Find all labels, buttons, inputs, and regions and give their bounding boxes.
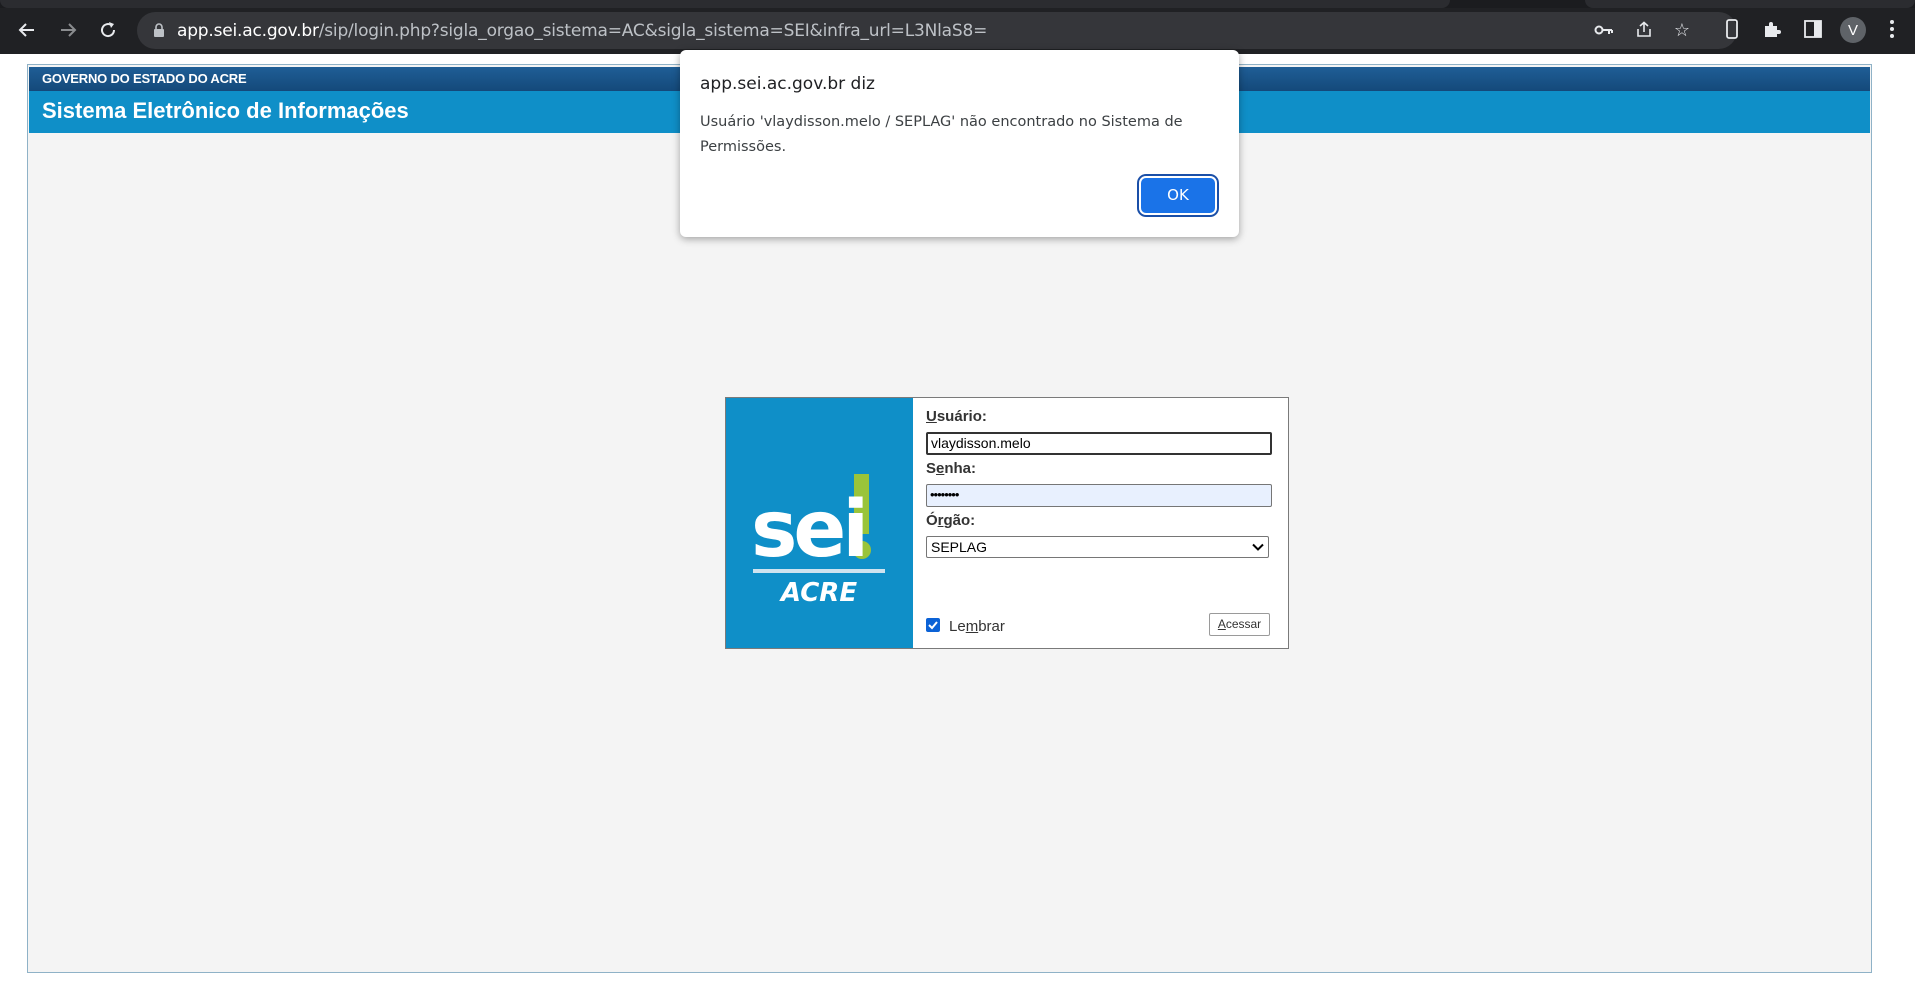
key-icon[interactable] <box>1592 18 1616 42</box>
dialog-message: Usuário 'vlaydisson.melo / SEPLAG' não e… <box>700 114 1183 155</box>
lock-icon[interactable] <box>153 23 165 37</box>
menu-icon[interactable] <box>1878 15 1906 43</box>
share-icon[interactable] <box>1632 18 1656 42</box>
access-button[interactable]: Acessar <box>1209 613 1270 636</box>
password-label-start: S <box>926 460 937 477</box>
address-bar[interactable]: app.sei.ac.gov.br/sip/login.php?sigla_or… <box>137 12 1737 49</box>
forward-icon[interactable] <box>53 15 83 45</box>
sidepanel-icon[interactable] <box>1799 15 1827 43</box>
logo-word: sei <box>751 485 865 575</box>
logo-state: ACRE <box>779 578 857 608</box>
org-label-start: Ó <box>926 512 938 529</box>
access-button-access-key: A <box>1217 617 1226 631</box>
user-label-text: suário: <box>936 408 987 425</box>
remember-label-text: brar <box>978 618 1005 635</box>
org-selected-value: SEPLAG <box>931 539 988 555</box>
reload-icon[interactable] <box>93 15 123 45</box>
dialog-title: app.sei.ac.gov.br diz <box>700 74 875 94</box>
star-icon[interactable]: ☆ <box>1670 18 1694 42</box>
user-label: Usuário: <box>926 408 987 425</box>
alert-dialog: app.sei.ac.gov.br diz Usuário 'vlaydisso… <box>680 50 1239 237</box>
url-path: /sip/login.php?sigla_orgao_sistema=AC&si… <box>318 21 988 41</box>
extensions-icon[interactable] <box>1758 15 1786 43</box>
url-host: app.sei.ac.gov.br <box>177 21 319 41</box>
access-button-label: cessar <box>1225 617 1262 631</box>
remember-checkbox[interactable] <box>926 618 940 632</box>
remember-label-access-key: m <box>965 618 979 635</box>
phone-icon[interactable] <box>1718 15 1746 43</box>
remember-label[interactable]: Lembrar <box>949 618 1005 635</box>
url-text[interactable]: app.sei.ac.gov.br/sip/login.php?sigla_or… <box>177 21 987 41</box>
user-label-access-key: U <box>926 408 937 425</box>
checkmark-icon <box>928 621 938 630</box>
tab-edge[interactable] <box>1585 0 1915 8</box>
chevron-down-icon <box>1252 543 1264 551</box>
org-select[interactable]: SEPLAG <box>926 536 1269 558</box>
browser-toolbar: app.sei.ac.gov.br/sip/login.php?sigla_or… <box>0 0 1915 54</box>
login-form: sei ACRE Usuário: vlaydisson.melo Senha:… <box>725 397 1289 649</box>
user-input[interactable]: vlaydisson.melo <box>926 432 1272 455</box>
org-label: Órgão: <box>926 512 975 529</box>
password-label-text: nha: <box>944 460 977 477</box>
profile-avatar[interactable]: V <box>1840 17 1866 43</box>
back-icon[interactable] <box>12 15 42 45</box>
remember-label-start: Le <box>949 618 966 635</box>
active-tab-edge[interactable] <box>0 0 1450 8</box>
scrollbar-track[interactable] <box>1895 54 1915 991</box>
ok-button[interactable]: OK <box>1141 178 1215 213</box>
logo-graphic: sei ACRE <box>751 474 885 608</box>
sei-acre-logo: sei ACRE <box>726 398 913 648</box>
org-label-text: gão: <box>943 512 976 529</box>
password-label: Senha: <box>926 460 976 477</box>
tab-strip <box>0 0 1915 8</box>
password-input[interactable]: •••••••• <box>926 484 1272 507</box>
